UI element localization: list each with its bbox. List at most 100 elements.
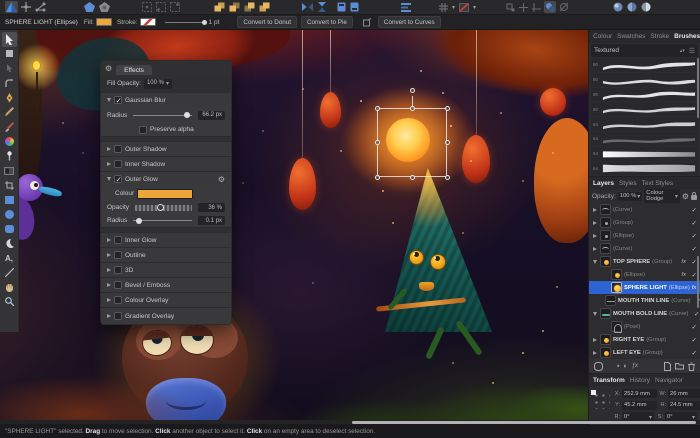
layer-row-right-eye[interactable]: RIGHT EYE (Group)✓ <box>589 333 700 346</box>
effects-panel-header[interactable]: Effects <box>101 61 231 75</box>
delete-layer-icon[interactable] <box>688 362 695 371</box>
fx-icon[interactable]: ƒx <box>632 363 638 369</box>
layer-row[interactable]: (Group)✓ <box>589 216 700 229</box>
fill-swatch[interactable] <box>96 18 112 26</box>
outer-shadow-section[interactable]: Outer Shadow <box>101 141 231 156</box>
layer-row[interactable]: (Curve)✓ <box>589 242 700 255</box>
og-radius-slider[interactable] <box>133 220 192 221</box>
brush-item[interactable]: 80 <box>591 73 698 87</box>
colour-overlay-section[interactable]: Colour Overlay <box>101 292 231 307</box>
ellipse-tool[interactable] <box>2 207 17 222</box>
gear-icon[interactable] <box>218 175 225 184</box>
pixel-persona-icon[interactable] <box>20 1 32 13</box>
line-tool[interactable] <box>2 266 17 281</box>
tab-stroke[interactable]: Stroke <box>650 33 669 40</box>
visibility-checkbox[interactable]: ✓ <box>688 336 697 344</box>
visibility-checkbox[interactable]: ✓ <box>688 349 697 357</box>
layer-row-left-eye[interactable]: LEFT EYE (Group)✓ <box>589 346 700 359</box>
tab-styles[interactable]: Styles <box>619 180 637 187</box>
point-transform-tool[interactable] <box>2 61 17 76</box>
brush-item[interactable]: 80 <box>591 58 698 72</box>
fx-badge[interactable]: fx <box>692 285 697 291</box>
snap-candidates-icon[interactable] <box>505 1 516 13</box>
selection-handle-ne[interactable] <box>445 106 450 111</box>
snap-object-icon[interactable] <box>558 1 570 13</box>
move-tool[interactable] <box>2 32 17 47</box>
brush-item[interactable]: 80 <box>591 102 698 116</box>
inner-glow-section[interactable]: Inner Glow <box>101 232 231 247</box>
y-field[interactable]: 45.2 mm <box>622 401 657 410</box>
gb-radius-slider[interactable] <box>133 115 192 116</box>
fx-badge[interactable]: fx <box>681 272 686 278</box>
visibility-checkbox[interactable]: ✓ <box>688 245 697 253</box>
expand-icon[interactable] <box>107 314 111 318</box>
stroke-none-icon[interactable] <box>458 1 470 13</box>
insert-on-top-icon[interactable] <box>169 1 181 13</box>
insert-shape-pentagon-icon[interactable] <box>83 1 96 13</box>
convert-to-curves-button[interactable]: Convert to Curves <box>378 16 441 28</box>
stroke-width-slider-knob[interactable] <box>202 20 207 25</box>
selection-handle-nw[interactable] <box>375 106 380 111</box>
brush-item[interactable]: 64 <box>591 147 698 161</box>
insert-shape-star-icon[interactable] <box>98 1 111 13</box>
og-colour-swatch[interactable] <box>137 189 193 199</box>
outline-checkbox[interactable] <box>114 251 122 259</box>
stroke-width-slider[interactable] <box>165 22 205 23</box>
convert-shape-icon[interactable] <box>362 16 373 28</box>
menu-icon[interactable]: ☰ <box>689 47 695 55</box>
view-mode-retina-icon[interactable] <box>640 1 652 13</box>
w-field[interactable]: 26 mm <box>668 389 700 398</box>
selection-handle-se[interactable] <box>445 175 450 180</box>
expand-icon[interactable] <box>107 177 111 181</box>
text-tool[interactable]: A, <box>2 251 17 266</box>
tab-text-styles[interactable]: Text Styles <box>642 180 673 187</box>
expand-icon[interactable] <box>593 234 597 238</box>
threed-checkbox[interactable] <box>114 266 122 274</box>
add-layer-icon[interactable] <box>664 362 671 371</box>
layer-row[interactable]: (Pixel)✓ <box>589 320 700 333</box>
expand-icon[interactable] <box>593 221 597 225</box>
stroke-caret-icon[interactable] <box>472 1 477 13</box>
inner-glow-checkbox[interactable] <box>114 236 122 244</box>
layer-row[interactable]: (Ellipse)fx✓ <box>589 268 700 281</box>
flip-vertical-icon[interactable] <box>316 1 328 13</box>
brush-item[interactable]: 64 <box>591 162 698 176</box>
rotate-ccw-icon[interactable] <box>336 1 347 13</box>
gear-icon[interactable] <box>682 192 689 201</box>
collapse-icon[interactable] <box>593 260 597 264</box>
outline-section[interactable]: Outline <box>101 247 231 262</box>
snap-grid-icon[interactable] <box>518 1 529 13</box>
flip-horizontal-icon[interactable] <box>301 1 314 13</box>
inner-shadow-section[interactable]: Inner Shadow <box>101 156 231 171</box>
layer-row-mouth-thin-line[interactable]: MOUTH THIN LINE (Curve)✓ <box>589 294 700 307</box>
preserve-alpha-checkbox[interactable] <box>139 126 147 134</box>
alignment-icon[interactable] <box>400 1 412 13</box>
selection-handle-sw[interactable] <box>375 175 380 180</box>
collapse-icon[interactable] <box>593 312 597 316</box>
brush-category-dropdown[interactable]: Textured ▴▾ ☰ <box>591 44 698 57</box>
rotation-handle[interactable] <box>410 88 415 93</box>
og-radius-value[interactable]: 0.1 px <box>198 216 225 225</box>
gradient-overlay-checkbox[interactable] <box>114 312 122 320</box>
corner-tool[interactable] <box>2 76 17 91</box>
zoom-tool[interactable] <box>2 295 17 310</box>
export-persona-icon[interactable] <box>34 1 47 13</box>
rectangle-tool[interactable] <box>2 193 17 208</box>
move-to-back-icon[interactable] <box>213 1 226 13</box>
expand-icon[interactable] <box>593 208 597 212</box>
edit-all-layers-icon[interactable] <box>594 362 603 371</box>
transparency-tool[interactable] <box>2 163 17 178</box>
expand-icon[interactable] <box>593 351 597 355</box>
gaussian-blur-checkbox[interactable] <box>114 96 122 104</box>
visibility-checkbox[interactable]: ✓ <box>688 219 697 227</box>
selection-handle-n[interactable] <box>410 106 415 111</box>
visibility-checkbox[interactable]: ✓ <box>688 323 697 331</box>
move-forward-icon[interactable] <box>243 1 256 13</box>
view-mode-vector-icon[interactable] <box>612 1 624 13</box>
selection-handle-e[interactable] <box>445 140 450 145</box>
tab-transform[interactable]: Transform <box>593 377 625 384</box>
gaussian-blur-section[interactable]: Gaussian Blur <box>101 92 231 107</box>
layer-row[interactable]: (Ellipse)✓ <box>589 229 700 242</box>
brush-item[interactable]: 64 <box>591 132 698 146</box>
inner-shadow-checkbox[interactable] <box>114 160 122 168</box>
